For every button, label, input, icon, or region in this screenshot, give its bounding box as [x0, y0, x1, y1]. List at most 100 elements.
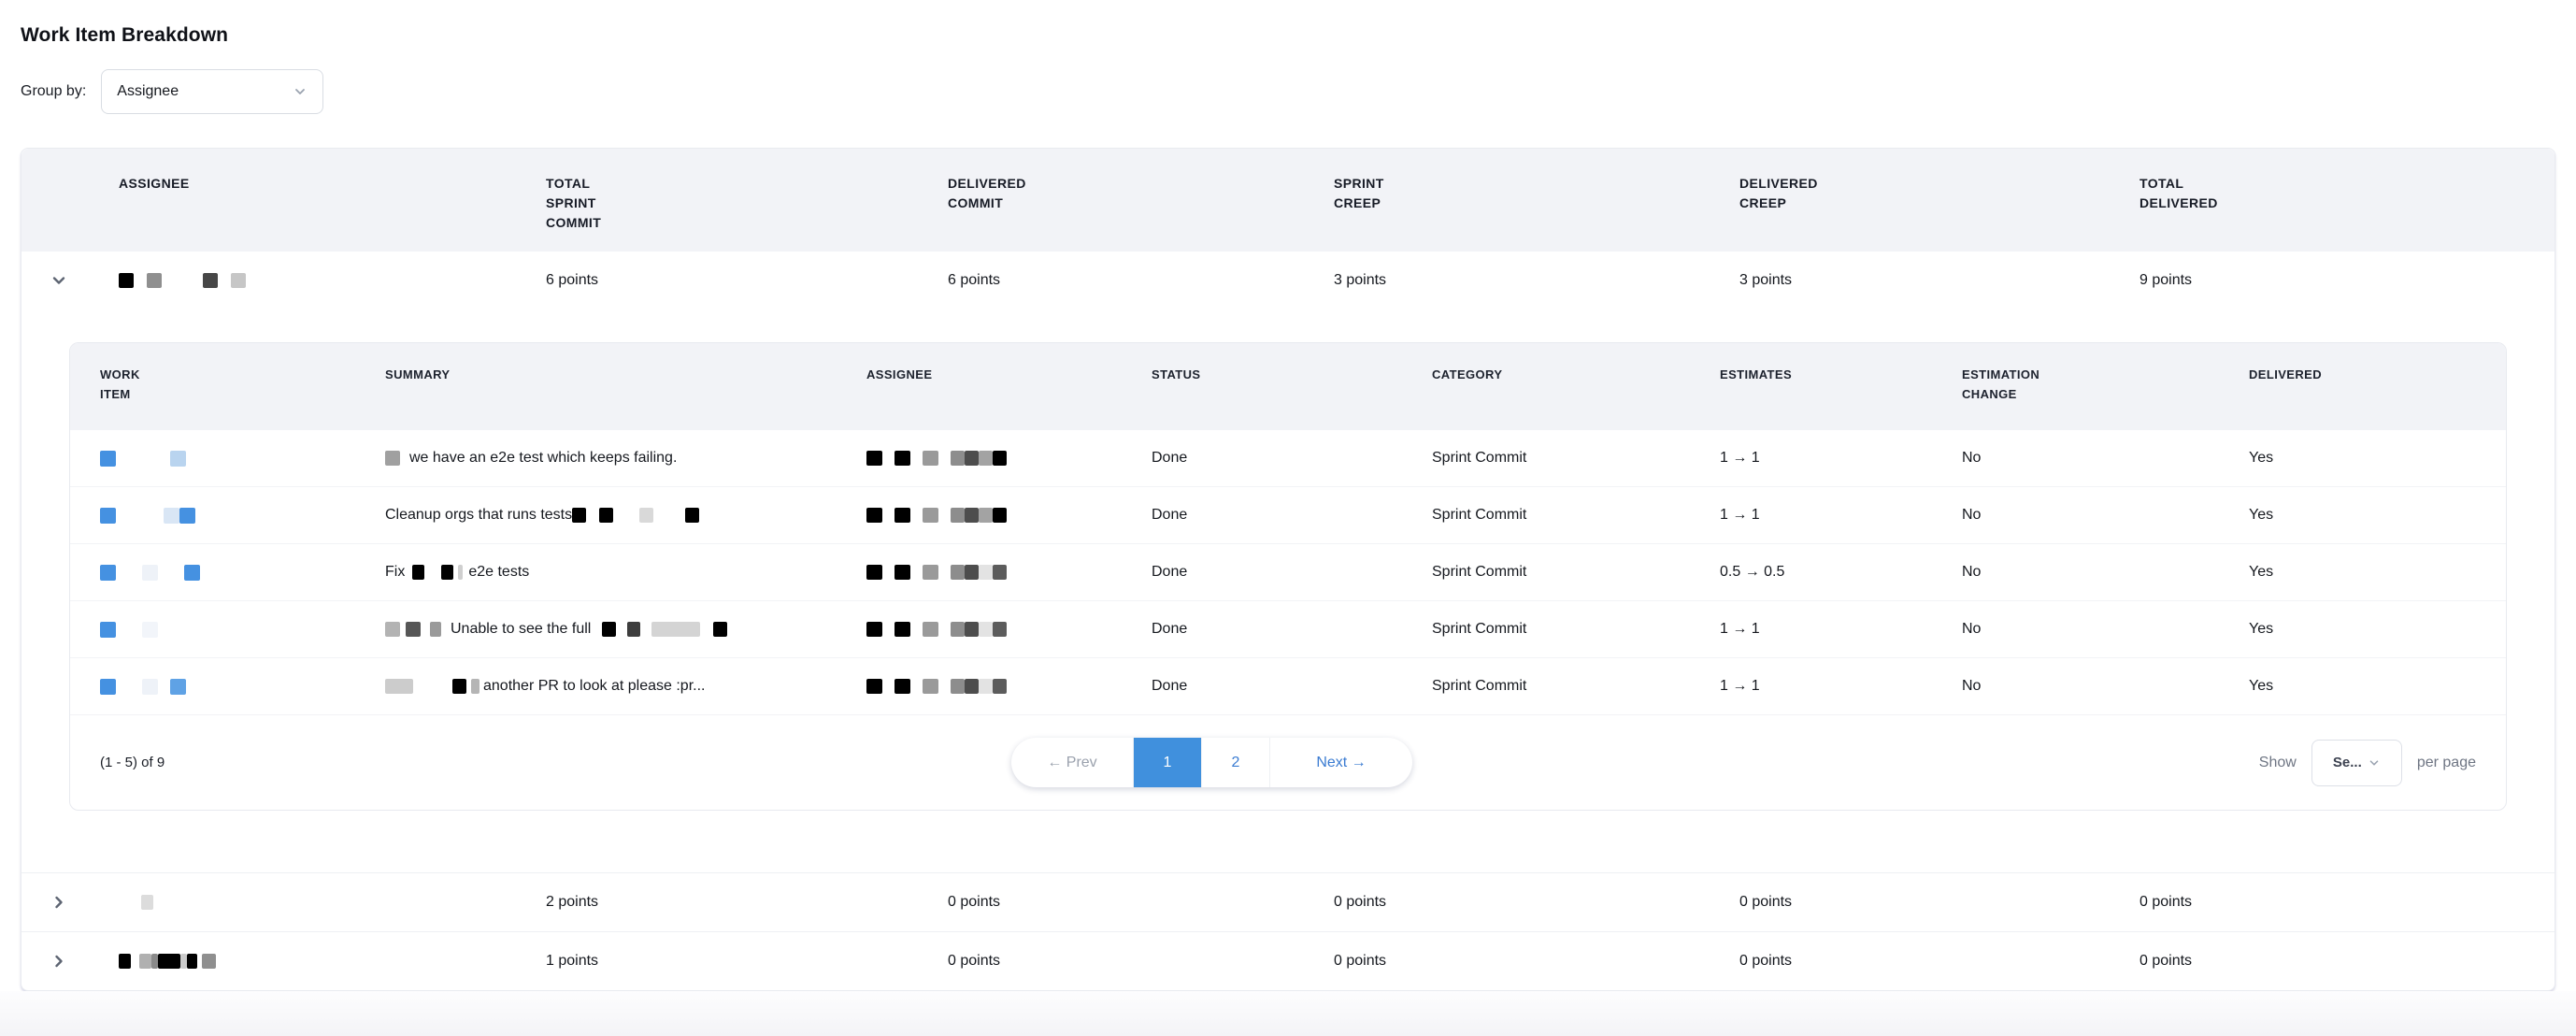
- group-by-row: Group by: Assignee: [21, 69, 2555, 114]
- work-item-status: Done: [1122, 450, 1402, 467]
- group-delivered-creep: 0 points: [1739, 894, 2140, 911]
- group-by-select[interactable]: Assignee: [101, 69, 323, 114]
- work-item-id-redacted[interactable]: [70, 508, 355, 524]
- work-item-category: Sprint Commit: [1402, 507, 1690, 524]
- col-header-estimates: ESTIMATES: [1690, 343, 1932, 385]
- work-item-summary: Cleanup orgs that runs tests: [355, 507, 837, 524]
- page-2-button[interactable]: 2: [1202, 738, 1270, 787]
- work-item-status: Done: [1122, 621, 1402, 638]
- chevron-right-icon: [50, 952, 68, 971]
- work-item-estimation-change: No: [1932, 507, 2219, 524]
- col-header-total-sprint-commit: TOTAL SPRINT COMMIT: [546, 149, 948, 233]
- page-size-controls: Show Se... per page: [2259, 740, 2476, 786]
- work-item-category: Sprint Commit: [1402, 621, 1690, 638]
- work-item-summary: Unable to see the full: [355, 621, 837, 638]
- table-row: another PR to look at please :pr... Done…: [70, 657, 2506, 714]
- page-size-select[interactable]: Se...: [2311, 740, 2402, 786]
- table-row: Cleanup orgs that runs tests Done Sprint…: [70, 486, 2506, 543]
- work-item-delivered: Yes: [2219, 564, 2506, 581]
- group-assignee-redacted: [119, 954, 546, 969]
- work-item-assignee-redacted: [837, 622, 1122, 637]
- work-items-footer: (1 - 5) of 9 ← Prev 1 2 Next → Show Se..…: [70, 714, 2506, 810]
- pagination: ← Prev 1 2 Next →: [1011, 738, 1412, 787]
- col-header-category: CATEGORY: [1402, 343, 1690, 385]
- pagination-container: ← Prev 1 2 Next →: [165, 738, 2259, 787]
- work-item-status: Done: [1122, 507, 1402, 524]
- col-header-summary: SUMMARY: [355, 343, 837, 385]
- group-total-sprint-commit: 6 points: [546, 272, 948, 289]
- table-row: we have an e2e test which keeps failing.…: [70, 430, 2506, 486]
- work-item-delivered: Yes: [2219, 621, 2506, 638]
- expand-group-button[interactable]: [21, 893, 119, 912]
- group-sprint-creep: 3 points: [1334, 272, 1739, 289]
- work-item-id-redacted[interactable]: [70, 622, 355, 638]
- work-items-header: WORK ITEM SUMMARY ASSIGNEE STATUS CATEGO…: [70, 343, 2506, 430]
- group-row[interactable]: 2 points 0 points 0 points 0 points 0 po…: [21, 872, 2555, 931]
- work-item-category: Sprint Commit: [1402, 678, 1690, 695]
- work-item-id-redacted[interactable]: [70, 565, 355, 581]
- chevron-down-icon: [2368, 756, 2381, 770]
- col-header-delivered-creep: DELIVERED CREEP: [1739, 149, 2140, 213]
- col-header-status: STATUS: [1122, 343, 1402, 385]
- per-page-label: per page: [2417, 755, 2476, 771]
- work-item-status: Done: [1122, 564, 1402, 581]
- col-header-estimation-change: ESTIMATION CHANGE: [1932, 343, 2219, 405]
- group-assignee-redacted: [119, 895, 546, 910]
- group-total-sprint-commit: 2 points: [546, 894, 948, 911]
- group-delivered-creep: 3 points: [1739, 272, 2140, 289]
- page-background-strip: [0, 991, 2576, 1036]
- col-header-total-delivered: TOTAL DELIVERED: [2140, 149, 2555, 213]
- group-row[interactable]: 1 points 0 points 0 points 0 points 0 po…: [21, 931, 2555, 990]
- work-item-delivered: Yes: [2219, 507, 2506, 524]
- group-sprint-creep: 0 points: [1334, 953, 1739, 970]
- work-item-delivered: Yes: [2219, 678, 2506, 695]
- work-item-breakdown-page: Work Item Breakdown Group by: Assignee A…: [0, 0, 2576, 991]
- work-item-estimates: 1 → 1: [1690, 678, 1932, 695]
- page-title: Work Item Breakdown: [21, 24, 2555, 47]
- table-row: Fixe2e tests Done Sprint Commit 0.5 → 0.…: [70, 543, 2506, 600]
- work-item-breakdown-table: ASSIGNEE TOTAL SPRINT COMMIT DELIVERED C…: [21, 148, 2555, 991]
- col-header-delivered: DELIVERED: [2219, 343, 2506, 385]
- work-item-assignee-redacted: [837, 679, 1122, 694]
- group-sprint-creep: 0 points: [1334, 894, 1739, 911]
- pagination-range-text: (1 - 5) of 9: [100, 755, 165, 770]
- group-total-delivered: 0 points: [2140, 894, 2555, 911]
- group-total-delivered: 9 points: [2140, 272, 2555, 289]
- page-size-value: Se...: [2333, 755, 2362, 770]
- group-total-delivered: 0 points: [2140, 953, 2555, 970]
- col-header-sprint-creep: SPRINT CREEP: [1334, 149, 1739, 213]
- page-1-button[interactable]: 1: [1134, 738, 1202, 787]
- group-by-selected-value: Assignee: [117, 83, 179, 100]
- work-item-estimates: 1 → 1: [1690, 450, 1932, 467]
- group-delivered-commit: 0 points: [948, 953, 1334, 970]
- group-assignee-redacted: [119, 273, 546, 288]
- group-by-label: Group by:: [21, 83, 86, 100]
- expanded-group-panel: WORK ITEM SUMMARY ASSIGNEE STATUS CATEGO…: [21, 309, 2555, 872]
- group-row[interactable]: 6 points 6 points 3 points 3 points 9 po…: [21, 252, 2555, 309]
- group-total-sprint-commit: 1 points: [546, 953, 948, 970]
- col-header-assignee: ASSIGNEE: [837, 343, 1122, 385]
- col-header-assignee: ASSIGNEE: [119, 149, 546, 194]
- work-item-assignee-redacted: [837, 508, 1122, 523]
- col-header-delivered-commit: DELIVERED COMMIT: [948, 149, 1334, 213]
- work-item-summary: we have an e2e test which keeps failing.: [355, 450, 837, 467]
- collapse-group-button[interactable]: [21, 271, 119, 290]
- chevron-right-icon: [50, 893, 68, 912]
- show-label: Show: [2259, 755, 2297, 771]
- work-item-summary: another PR to look at please :pr...: [355, 678, 837, 695]
- group-delivered-commit: 0 points: [948, 894, 1334, 911]
- col-header-work-item: WORK ITEM: [70, 343, 355, 405]
- work-item-estimates: 0.5 → 0.5: [1690, 564, 1932, 581]
- work-item-status: Done: [1122, 678, 1402, 695]
- prev-page-button[interactable]: ← Prev: [1011, 738, 1134, 787]
- work-item-delivered: Yes: [2219, 450, 2506, 467]
- work-item-id-redacted[interactable]: [70, 451, 355, 467]
- work-item-estimation-change: No: [1932, 564, 2219, 581]
- next-page-button[interactable]: Next →: [1270, 738, 1412, 787]
- work-item-category: Sprint Commit: [1402, 564, 1690, 581]
- work-item-estimation-change: No: [1932, 621, 2219, 638]
- expand-group-button[interactable]: [21, 952, 119, 971]
- work-item-estimates: 1 → 1: [1690, 507, 1932, 524]
- chevron-down-icon: [50, 271, 68, 290]
- work-item-id-redacted[interactable]: [70, 679, 355, 695]
